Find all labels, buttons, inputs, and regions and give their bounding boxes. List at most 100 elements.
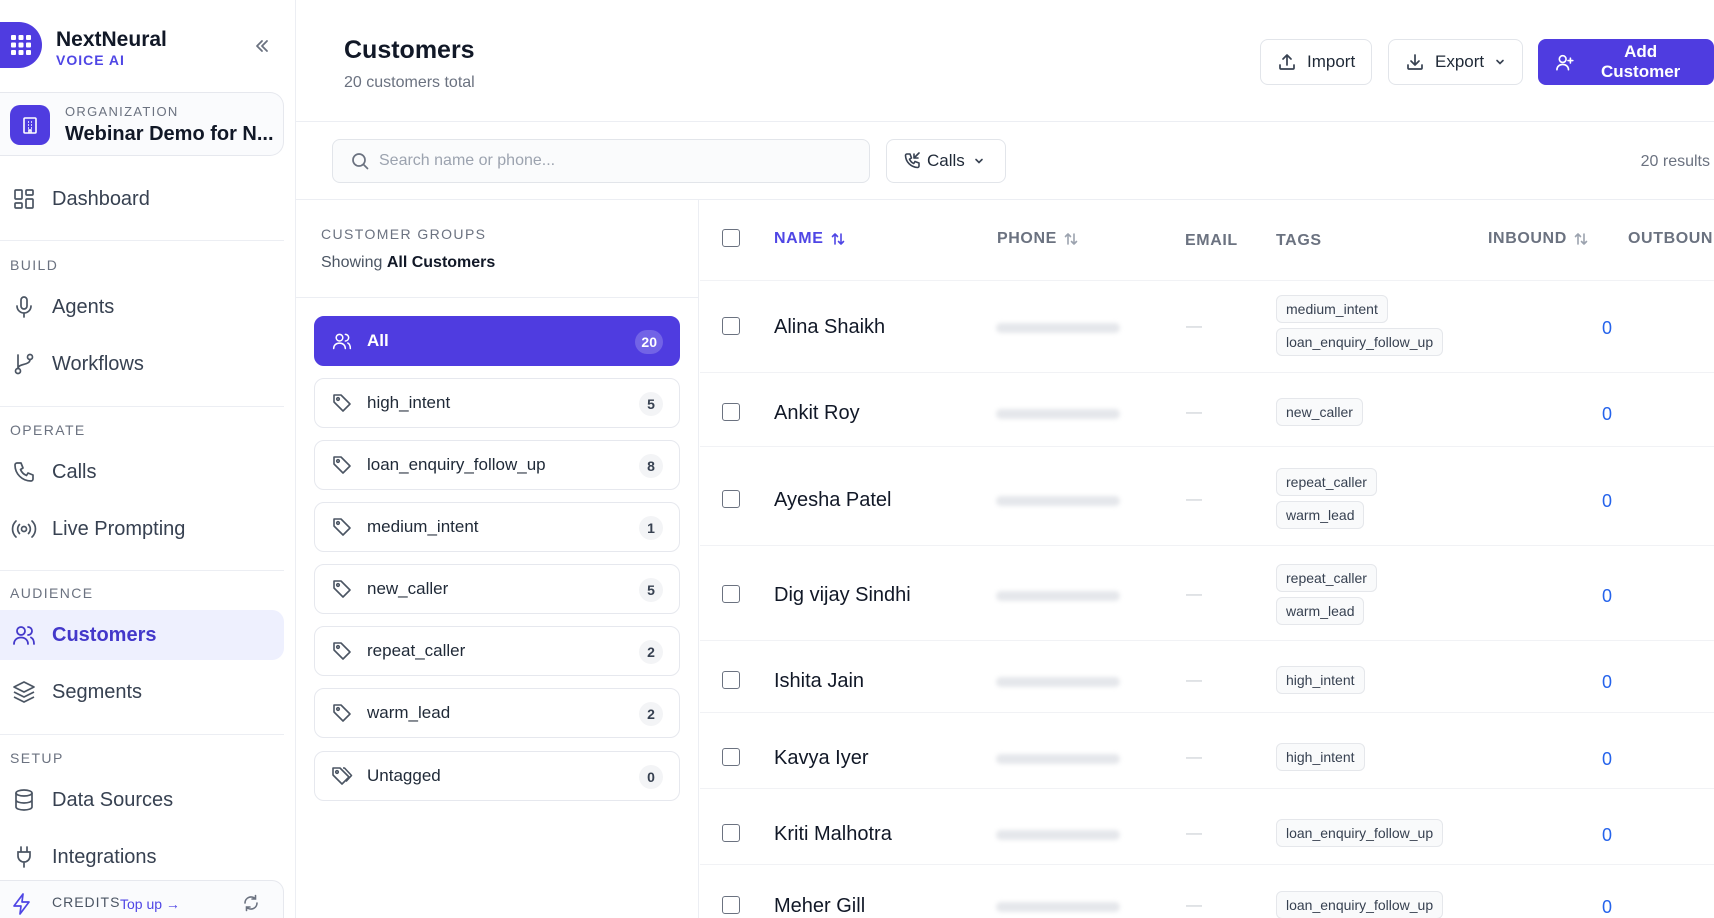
customer-email: —	[1186, 491, 1202, 508]
group-label: repeat_caller	[367, 641, 466, 660]
nav-customers[interactable]: Customers	[0, 610, 284, 660]
groups-showing-value: All Customers	[386, 254, 496, 271]
group-count-badge: 1	[639, 516, 663, 540]
calls-filter-dropdown[interactable]: Calls	[886, 139, 1006, 183]
group-all[interactable]: All 20	[314, 316, 680, 366]
chevron-down-icon	[974, 158, 983, 164]
customer-email: —	[1186, 586, 1202, 603]
customer-phone-redacted	[996, 830, 1120, 840]
group-label: new_caller	[367, 579, 449, 598]
column-header-outbound[interactable]: OUTBOUND	[1628, 230, 1714, 248]
collapse-sidebar-icon[interactable]	[250, 34, 274, 58]
group-count-badge: 2	[639, 640, 663, 664]
row-checkbox[interactable]	[722, 490, 740, 508]
nav-live-prompting-label: Live Prompting	[52, 517, 186, 540]
credits-panel: CREDITS Top up →	[0, 880, 284, 918]
row-divider	[700, 545, 1714, 546]
nav-calls-label: Calls	[52, 460, 97, 483]
row-checkbox[interactable]	[722, 748, 740, 766]
organization-switcher[interactable]: ORGANIZATION Webinar Demo for N...	[0, 92, 284, 156]
add-customer-button[interactable]: Add Customer	[1538, 39, 1714, 85]
tags-icon	[331, 765, 353, 787]
inbound-count[interactable]: 0	[1570, 586, 1612, 607]
calls-filter-label: Calls	[927, 151, 965, 170]
column-header-tags: TAGS	[1276, 232, 1322, 250]
row-checkbox[interactable]	[722, 403, 740, 421]
group-loan-enquiry-follow-up[interactable]: loan_enquiry_follow_up 8	[314, 440, 680, 490]
inbound-count[interactable]: 0	[1570, 404, 1612, 425]
search-box	[332, 139, 870, 183]
tag-badge: high_intent	[1276, 666, 1365, 694]
users-icon	[331, 330, 353, 352]
refresh-icon[interactable]	[242, 894, 260, 917]
nav-calls[interactable]: Calls	[0, 447, 284, 497]
divider	[0, 240, 284, 241]
tag-badge: new_caller	[1276, 398, 1363, 426]
customer-email: —	[1186, 825, 1202, 842]
section-operate: OPERATE	[10, 422, 86, 438]
export-button[interactable]: Export	[1388, 39, 1524, 85]
nav-segments[interactable]: Segments	[0, 667, 284, 717]
add-customer-label: Add Customer	[1600, 42, 1681, 81]
column-header-name[interactable]: NAME	[774, 230, 846, 248]
group-count-badge: 8	[639, 454, 663, 478]
group-high-intent[interactable]: high_intent 5	[314, 378, 680, 428]
row-checkbox[interactable]	[722, 317, 740, 335]
credits-label: CREDITS	[52, 894, 121, 910]
nav-agents-label: Agents	[52, 295, 115, 318]
download-icon	[1407, 54, 1423, 70]
tag-badge: repeat_caller	[1276, 468, 1377, 496]
customer-phone-redacted	[996, 902, 1120, 912]
tag-badge: high_intent	[1276, 743, 1365, 771]
group-label: high_intent	[367, 393, 451, 412]
row-checkbox[interactable]	[722, 585, 740, 603]
row-checkbox[interactable]	[722, 896, 740, 914]
customer-email: —	[1186, 404, 1202, 421]
column-name-label: NAME	[774, 230, 824, 247]
row-checkbox[interactable]	[722, 824, 740, 842]
nav-live-prompting[interactable]: Live Prompting	[0, 504, 284, 554]
group-new-caller[interactable]: new_caller 5	[314, 564, 680, 614]
nav-integrations-label: Integrations	[52, 845, 157, 868]
nav-data-sources[interactable]: Data Sources	[0, 775, 284, 825]
row-divider	[700, 788, 1714, 789]
inbound-count[interactable]: 0	[1570, 749, 1612, 770]
customer-groups-panel: CUSTOMER GROUPS Showing All Customers Al…	[296, 200, 699, 918]
column-outbound-label: OUTBOUND	[1628, 230, 1714, 247]
inbound-count[interactable]: 0	[1570, 897, 1612, 918]
export-label: Export	[1435, 52, 1485, 71]
group-count-badge: 0	[639, 765, 663, 789]
page-header: Customers 20 customers total Import Expo…	[296, 0, 1714, 122]
select-all-checkbox[interactable]	[722, 229, 740, 247]
database-icon	[10, 786, 38, 814]
import-button[interactable]: Import	[1260, 39, 1373, 85]
group-label: loan_enquiry_follow_up	[367, 455, 546, 474]
group-repeat-caller[interactable]: repeat_caller 2	[314, 626, 680, 676]
top-up-link[interactable]: Top up →	[120, 896, 180, 912]
search-icon	[352, 153, 369, 170]
nav-agents[interactable]: Agents	[0, 282, 284, 332]
divider	[0, 734, 284, 735]
nav-integrations[interactable]: Integrations	[0, 832, 284, 882]
column-header-inbound[interactable]: INBOUND	[1488, 230, 1589, 248]
nav-dashboard[interactable]: Dashboard	[0, 174, 284, 224]
groups-title: CUSTOMER GROUPS	[321, 226, 487, 242]
group-medium-intent[interactable]: medium_intent 1	[314, 502, 680, 552]
inbound-count[interactable]: 0	[1570, 491, 1612, 512]
row-divider	[700, 864, 1714, 865]
row-checkbox[interactable]	[722, 671, 740, 689]
results-count: 20 results	[1640, 153, 1710, 170]
group-label: warm_lead	[367, 703, 451, 722]
inbound-count[interactable]: 0	[1570, 825, 1612, 846]
group-warm-lead[interactable]: warm_lead 2	[314, 688, 680, 738]
inbound-count[interactable]: 0	[1570, 672, 1612, 693]
nav-workflows[interactable]: Workflows	[0, 339, 284, 389]
git-branch-icon	[10, 350, 38, 378]
nav-customers-label: Customers	[52, 623, 157, 646]
tag-badge: loan_enquiry_follow_up	[1276, 328, 1444, 356]
search-input[interactable]	[379, 152, 839, 170]
group-untagged[interactable]: Untagged 0	[314, 751, 680, 801]
inbound-count[interactable]: 0	[1570, 318, 1612, 339]
column-header-phone[interactable]: PHONE	[997, 230, 1079, 248]
customer-email: —	[1186, 318, 1202, 335]
